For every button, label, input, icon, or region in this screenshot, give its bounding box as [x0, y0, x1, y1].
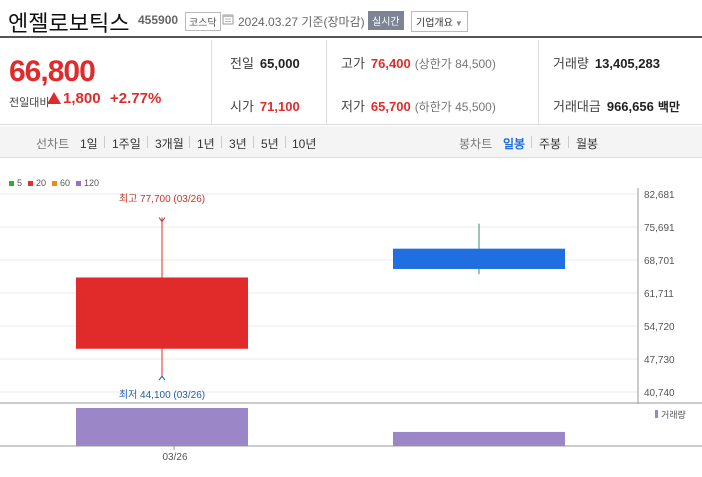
volume-bar [76, 408, 248, 446]
tab-1y[interactable]: 1년 [197, 135, 215, 152]
stock-code: 455900 [138, 13, 179, 27]
legend-swatch [76, 181, 82, 187]
y-tick-label: 40,740 [644, 388, 675, 399]
calendar-icon [222, 14, 234, 25]
volume-legend-swatch [655, 410, 658, 418]
y-tick-label: 75,691 [644, 223, 675, 234]
quote-date: 2024.03.27 기준(장마감) [238, 15, 365, 29]
legend-label: 20 [36, 178, 47, 188]
chevron-down-icon: ▼ [454, 19, 463, 28]
legend-swatch [52, 181, 58, 187]
legend-swatch [9, 181, 14, 187]
price-summary: 66,800 전일대비 1,800 +2.77% [0, 40, 212, 125]
legend-label: 60 [60, 178, 71, 188]
candlestick-svg: 82,681 75,691 68,701 61,711 54,720 47,730 40,7… [0, 188, 702, 463]
x-tick-label: 03/26 [162, 452, 187, 463]
trade-amount: 거래대금 966,656 백만 [553, 99, 680, 114]
y-tick-label: 61,711 [644, 289, 674, 300]
legend-label: 120 [84, 178, 100, 188]
quote-panel: 66,800 전일대비 1,800 +2.77% 전일 65,000 시가 71,1… [0, 40, 702, 125]
tab-weekly[interactable]: 주봉 [539, 135, 561, 152]
legend-item: 20 [28, 178, 46, 188]
tab-10y[interactable]: 10년 [292, 135, 316, 152]
realtime-button[interactable]: 실시간 [368, 11, 404, 30]
low-price: 저가 65,700 (하한가 45,500) [341, 99, 496, 114]
divider [326, 40, 327, 125]
change-value: 1,800 [63, 90, 101, 107]
volume: 거래량 13,405,283 [553, 56, 660, 71]
moving-average-legend: 5 20 60 120 [9, 178, 105, 188]
low-annotation: 최저 44,100 (03/26) [119, 389, 205, 401]
tab-daily[interactable]: 일봉 [503, 135, 525, 152]
candle-body [76, 277, 248, 349]
company-info-button[interactable]: 기업개요 ▼ [411, 11, 468, 32]
change-label: 전일대비 [9, 97, 50, 109]
y-tick-label: 82,681 [644, 190, 675, 201]
volume-bar [393, 431, 565, 446]
stock-header: 엔젤로보틱스 455900 코스닥 2024.03.27 기준(장마감) 실시간… [0, 0, 702, 38]
divider [538, 40, 539, 125]
legend-item: 60 [52, 178, 70, 188]
prev-close: 전일 65,000 [230, 56, 300, 71]
up-arrow-icon [47, 92, 61, 104]
stock-name: 엔젤로보틱스 [8, 11, 130, 36]
low-arrow-icon [158, 375, 166, 381]
current-price: 66,800 [9, 55, 96, 88]
legend-item: 5 [9, 178, 22, 188]
chart-tabs: 선차트 1일 1주일 3개월 1년 3년 5년 10년 봉차트 일봉 주봉 월봉 [0, 126, 702, 158]
change-percent: +2.77% [110, 90, 162, 107]
line-chart-label: 선차트 [36, 137, 70, 151]
tab-monthly[interactable]: 월봉 [576, 135, 598, 152]
candle-chart-label: 봉차트 [459, 137, 493, 151]
tab-5y[interactable]: 5년 [261, 135, 279, 152]
tab-1d[interactable]: 1일 [80, 135, 98, 152]
candle-body [393, 248, 565, 269]
price-chart[interactable]: 5 20 60 120 82,681 75,691 68,701 61,711 54,720 4… [0, 160, 702, 477]
tab-1w[interactable]: 1주일 [112, 135, 141, 152]
tab-3m[interactable]: 3개월 [155, 135, 184, 152]
y-tick-label: 68,701 [644, 256, 675, 267]
tab-3y[interactable]: 3년 [229, 135, 247, 152]
high-annotation: 최고 77,700 (03/26) [119, 193, 205, 205]
y-tick-label: 47,730 [644, 355, 675, 366]
market-badge: 코스닥 [185, 12, 221, 31]
legend-label: 5 [17, 178, 23, 188]
legend-swatch [28, 181, 34, 187]
high-price: 고가 76,400 (상한가 84,500) [341, 56, 496, 71]
open-price: 시가 71,100 [230, 99, 300, 114]
volume-legend-label: 거래량 [661, 409, 686, 420]
y-tick-label: 54,720 [644, 322, 675, 333]
legend-item: 120 [76, 178, 99, 188]
